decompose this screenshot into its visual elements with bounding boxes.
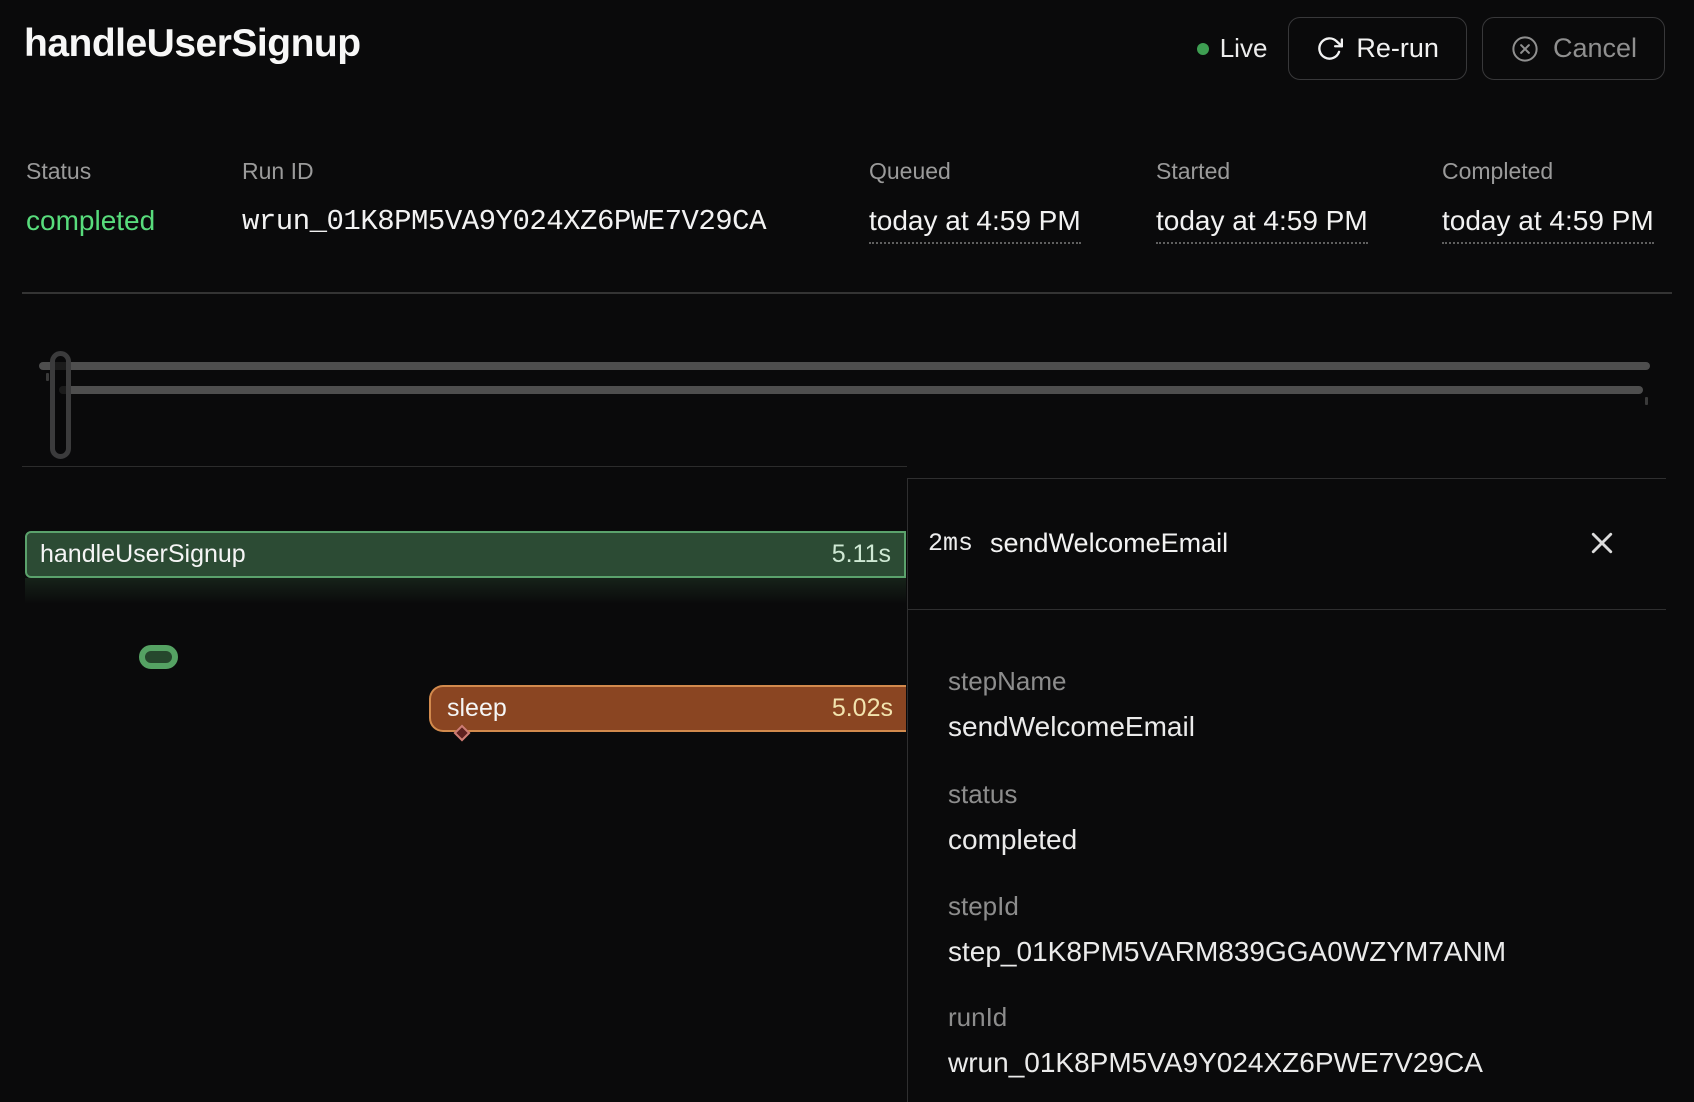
field-label: stepName xyxy=(948,664,1195,698)
live-indicator: Live xyxy=(1197,33,1268,64)
minimap-bar-workflow xyxy=(39,362,1650,370)
field-label: stepId xyxy=(948,889,1506,923)
timeline-bar-sleep[interactable]: sleep 5.02s xyxy=(429,685,906,732)
panel-header-divider xyxy=(907,609,1666,610)
field-label: runId xyxy=(948,1000,1483,1034)
minimap-bar-sleep xyxy=(59,386,1643,394)
meta-completed-label: Completed xyxy=(1442,158,1654,185)
meta-queued-label: Queued xyxy=(869,158,1081,185)
close-panel-button[interactable] xyxy=(1580,522,1624,566)
live-dot-icon xyxy=(1197,43,1209,55)
header-divider xyxy=(22,292,1672,294)
meta-status: Status completed xyxy=(26,158,155,237)
page-title: handleUserSignup xyxy=(24,22,361,66)
meta-queued: Queued today at 4:59 PM xyxy=(869,158,1081,244)
status-badge: completed xyxy=(26,205,155,237)
cancel-circle-icon xyxy=(1510,34,1540,64)
run-id-value: wrun_01K8PM5VA9Y024XZ6PWE7V29CA xyxy=(242,205,766,238)
timeline-row-highlight xyxy=(25,578,906,604)
queued-time-value: today at 4:59 PM xyxy=(869,205,1081,244)
field-value: sendWelcomeEmail xyxy=(948,709,1195,745)
header-actions: Live Re-run Cancel xyxy=(1197,17,1665,80)
timeline-bar-handleusersignup[interactable]: handleUserSignup 5.11s xyxy=(25,531,906,578)
minimap-tick xyxy=(1645,397,1648,405)
field-value: wrun_01K8PM5VA9Y024XZ6PWE7V29CA xyxy=(948,1045,1483,1081)
meta-status-label: Status xyxy=(26,158,155,185)
step-detail-title: sendWelcomeEmail xyxy=(990,528,1228,559)
started-time-value: today at 4:59 PM xyxy=(1156,205,1368,244)
timeline-bar-label: handleUserSignup xyxy=(40,540,246,569)
meta-started: Started today at 4:59 PM xyxy=(1156,158,1368,244)
refresh-icon xyxy=(1316,35,1343,62)
detail-field-status: status completed xyxy=(948,777,1077,858)
cancel-button[interactable]: Cancel xyxy=(1482,17,1665,80)
minimap-viewport-handle[interactable] xyxy=(50,351,71,459)
panel-left-border xyxy=(907,478,908,1102)
rerun-label: Re-run xyxy=(1356,33,1439,64)
minimap-tick xyxy=(46,373,49,381)
step-duration: 2ms xyxy=(928,529,973,558)
meta-completed: Completed today at 4:59 PM xyxy=(1442,158,1654,244)
meta-started-label: Started xyxy=(1156,158,1368,185)
timeline-divider xyxy=(22,466,907,467)
field-label: status xyxy=(948,777,1077,811)
meta-run-id: Run ID wrun_01K8PM5VA9Y024XZ6PWE7V29CA xyxy=(242,158,766,238)
rerun-button[interactable]: Re-run xyxy=(1288,17,1467,80)
detail-field-stepid: stepId step_01K8PM5VARM839GGA0WZYM7ANM xyxy=(948,889,1506,970)
detail-field-stepname: stepName sendWelcomeEmail xyxy=(948,664,1195,745)
close-icon xyxy=(1587,528,1617,561)
meta-run-id-label: Run ID xyxy=(242,158,766,185)
step-detail-header: 2ms sendWelcomeEmail xyxy=(928,478,1666,609)
timeline-bar-duration: 5.11s xyxy=(832,540,891,569)
live-label: Live xyxy=(1220,33,1268,64)
timeline-bar-duration: 5.02s xyxy=(832,694,893,723)
field-value: completed xyxy=(948,822,1077,858)
completed-time-value: today at 4:59 PM xyxy=(1442,205,1654,244)
cancel-label: Cancel xyxy=(1553,33,1637,64)
timeline-bar-label: sleep xyxy=(447,694,507,723)
field-value: step_01K8PM5VARM839GGA0WZYM7ANM xyxy=(948,934,1506,970)
timeline-step-pill-sendwelcomeemail[interactable] xyxy=(139,645,178,669)
detail-field-runid: runId wrun_01K8PM5VA9Y024XZ6PWE7V29CA xyxy=(948,1000,1483,1081)
workflow-run-page: handleUserSignup Live Re-run xyxy=(0,0,1694,1102)
